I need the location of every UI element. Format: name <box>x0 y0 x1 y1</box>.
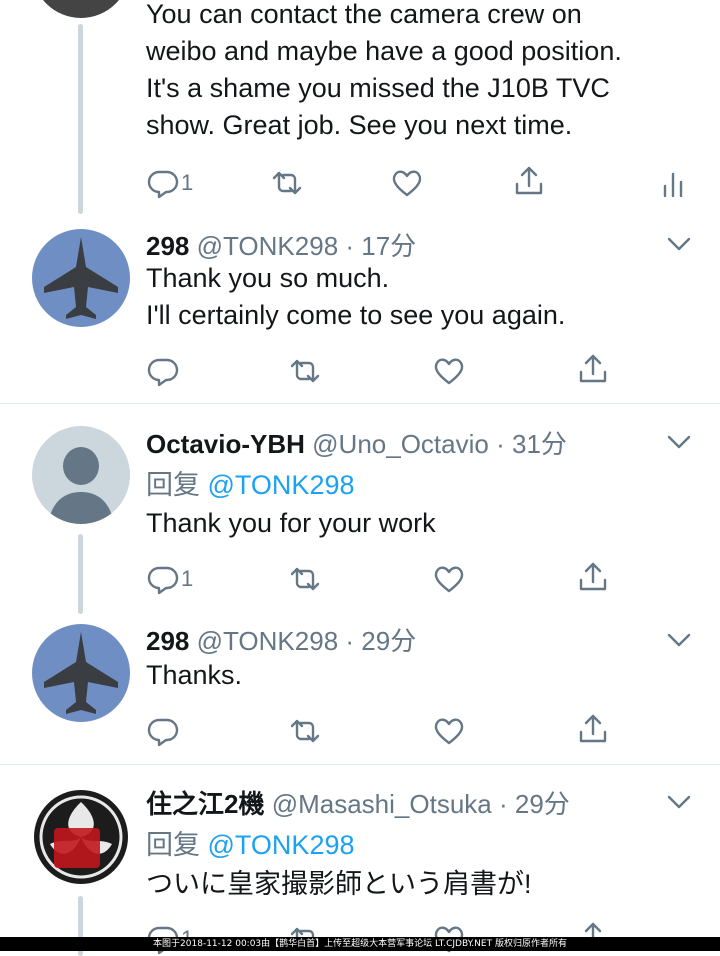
reply-count: 1 <box>181 170 194 195</box>
divider <box>0 764 720 765</box>
mention-link[interactable]: @TONK298 <box>208 470 355 500</box>
chevron-down-icon[interactable] <box>666 632 692 648</box>
timestamp[interactable]: 31分 <box>512 429 567 459</box>
avatar[interactable] <box>32 229 130 327</box>
reply-icon[interactable] <box>146 562 180 596</box>
retweet-icon[interactable] <box>288 562 322 596</box>
separator-dot: · <box>498 789 508 819</box>
reply-count: 1 <box>181 566 194 591</box>
default-avatar-icon <box>32 426 130 524</box>
analytics-icon[interactable] <box>656 166 690 200</box>
display-name[interactable]: 298 <box>146 626 189 656</box>
jet-avatar-icon <box>32 624 130 722</box>
share-icon[interactable] <box>576 352 610 386</box>
separator-dot: · <box>496 429 505 459</box>
avatar[interactable] <box>32 624 130 722</box>
user-handle[interactable]: @TONK298 <box>197 231 339 261</box>
share-icon[interactable] <box>512 164 546 198</box>
replying-to: 回复 @TONK298 <box>146 823 355 862</box>
display-name[interactable]: 住之江2機 <box>146 789 264 819</box>
tweet-text: You can contact the camera crew on weibo… <box>146 0 622 144</box>
timestamp[interactable]: 29分 <box>361 626 416 656</box>
display-name[interactable]: Octavio-YBH <box>146 429 305 459</box>
tweet-text-line: You can contact the camera crew on <box>146 0 582 29</box>
tweet-text-line: Thank you for your work <box>146 508 436 538</box>
separator-dot: · <box>345 626 355 656</box>
user-handle[interactable]: @Masashi_Otsuka <box>272 789 492 819</box>
reply-icon[interactable] <box>146 166 180 200</box>
like-icon[interactable] <box>432 354 466 388</box>
thread-line <box>78 534 83 614</box>
tweet-header: Octavio-YBH @Uno_Octavio · 31分 <box>146 424 567 461</box>
tweet-text: Thanks. <box>146 657 242 694</box>
jet-avatar-icon <box>32 229 130 327</box>
retweet-icon[interactable] <box>270 166 304 200</box>
tweet-text: Thank you so much. I'll certainly come t… <box>146 260 565 334</box>
avatar[interactable] <box>32 788 130 886</box>
separator-dot: · <box>345 231 355 261</box>
mention-link[interactable]: @TONK298 <box>208 830 355 860</box>
divider <box>0 403 720 404</box>
tweet-text-line: Thank you so much. <box>146 263 390 293</box>
chevron-down-icon[interactable] <box>666 794 692 810</box>
watermark-footer: 本图于2018-11-12 00:03由【鹊华白首】上传至超级大本营军事论坛 L… <box>0 937 720 951</box>
crest-avatar-icon <box>32 788 130 886</box>
tweet-text: ついに皇家撮影師という肩書が! <box>146 866 532 903</box>
timestamp[interactable]: 29分 <box>515 789 570 819</box>
chevron-down-icon[interactable] <box>666 434 692 450</box>
reply-icon[interactable] <box>146 354 180 388</box>
timestamp[interactable]: 17分 <box>361 231 416 261</box>
display-name[interactable]: 298 <box>146 231 189 261</box>
tweet-text-line: It's a shame you missed the J10B TVC <box>146 73 610 103</box>
tweet-header: 住之江2機 @Masashi_Otsuka · 29分 <box>146 784 570 821</box>
reply-icon[interactable] <box>146 714 180 748</box>
tweet-header: 298 @TONK298 · 29分 <box>146 621 416 658</box>
user-handle[interactable]: @Uno_Octavio <box>312 429 489 459</box>
retweet-icon[interactable] <box>288 354 322 388</box>
avatar[interactable] <box>32 0 130 18</box>
like-icon[interactable] <box>432 714 466 748</box>
replying-to: 回复 @TONK298 <box>146 463 355 502</box>
share-icon[interactable] <box>576 560 610 594</box>
retweet-icon[interactable] <box>288 714 322 748</box>
user-handle[interactable]: @TONK298 <box>197 626 339 656</box>
avatar[interactable] <box>32 426 130 524</box>
tweet-text: Thank you for your work <box>146 505 436 542</box>
reply-prefix: 回复 <box>146 830 200 860</box>
tweet-text-line: weibo and maybe have a good position. <box>146 36 622 66</box>
reply-prefix: 回复 <box>146 470 200 500</box>
tweet-header: 298 @TONK298 · 17分 <box>146 226 416 263</box>
share-icon[interactable] <box>576 712 610 746</box>
tweet-text-line: ついに皇家撮影師という肩書が! <box>146 869 532 899</box>
like-icon[interactable] <box>390 166 424 200</box>
tweet-text-line: I'll certainly come to see you again. <box>146 300 566 330</box>
tweet-text-line: Thanks. <box>146 660 243 690</box>
tweet-text-line: show. Great job. See you next time. <box>146 110 573 140</box>
like-icon[interactable] <box>432 562 466 596</box>
thread-line <box>78 24 83 214</box>
chevron-down-icon[interactable] <box>666 236 692 252</box>
